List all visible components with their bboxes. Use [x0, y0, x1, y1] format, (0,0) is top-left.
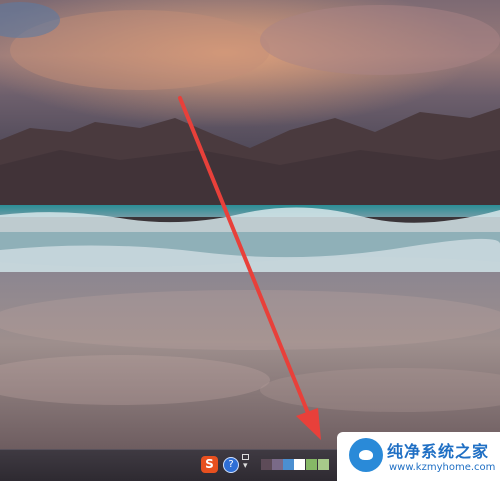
taskbar-thumbnail[interactable]	[318, 459, 329, 470]
desktop-wallpaper	[0, 0, 500, 449]
watermark-url: www.kzmyhome.com	[389, 462, 496, 473]
site-logo-icon	[349, 438, 383, 472]
taskbar-thumbnail[interactable]	[272, 459, 283, 470]
wallpaper-image	[0, 0, 500, 449]
taskbar-thumbnail[interactable]	[306, 459, 317, 470]
taskbar-thumbnail[interactable]	[283, 459, 294, 470]
site-watermark: 纯净系统之家 www.kzmyhome.com	[337, 432, 500, 481]
taskbar-thumbnail[interactable]	[261, 459, 272, 470]
watermark-title: 纯净系统之家	[387, 442, 490, 461]
help-icon[interactable]: ?	[223, 457, 239, 473]
network-icon[interactable]: ▾	[242, 454, 252, 474]
sogou-ime-icon[interactable]: S	[201, 456, 218, 473]
taskbar-thumbnail[interactable]	[294, 459, 305, 470]
